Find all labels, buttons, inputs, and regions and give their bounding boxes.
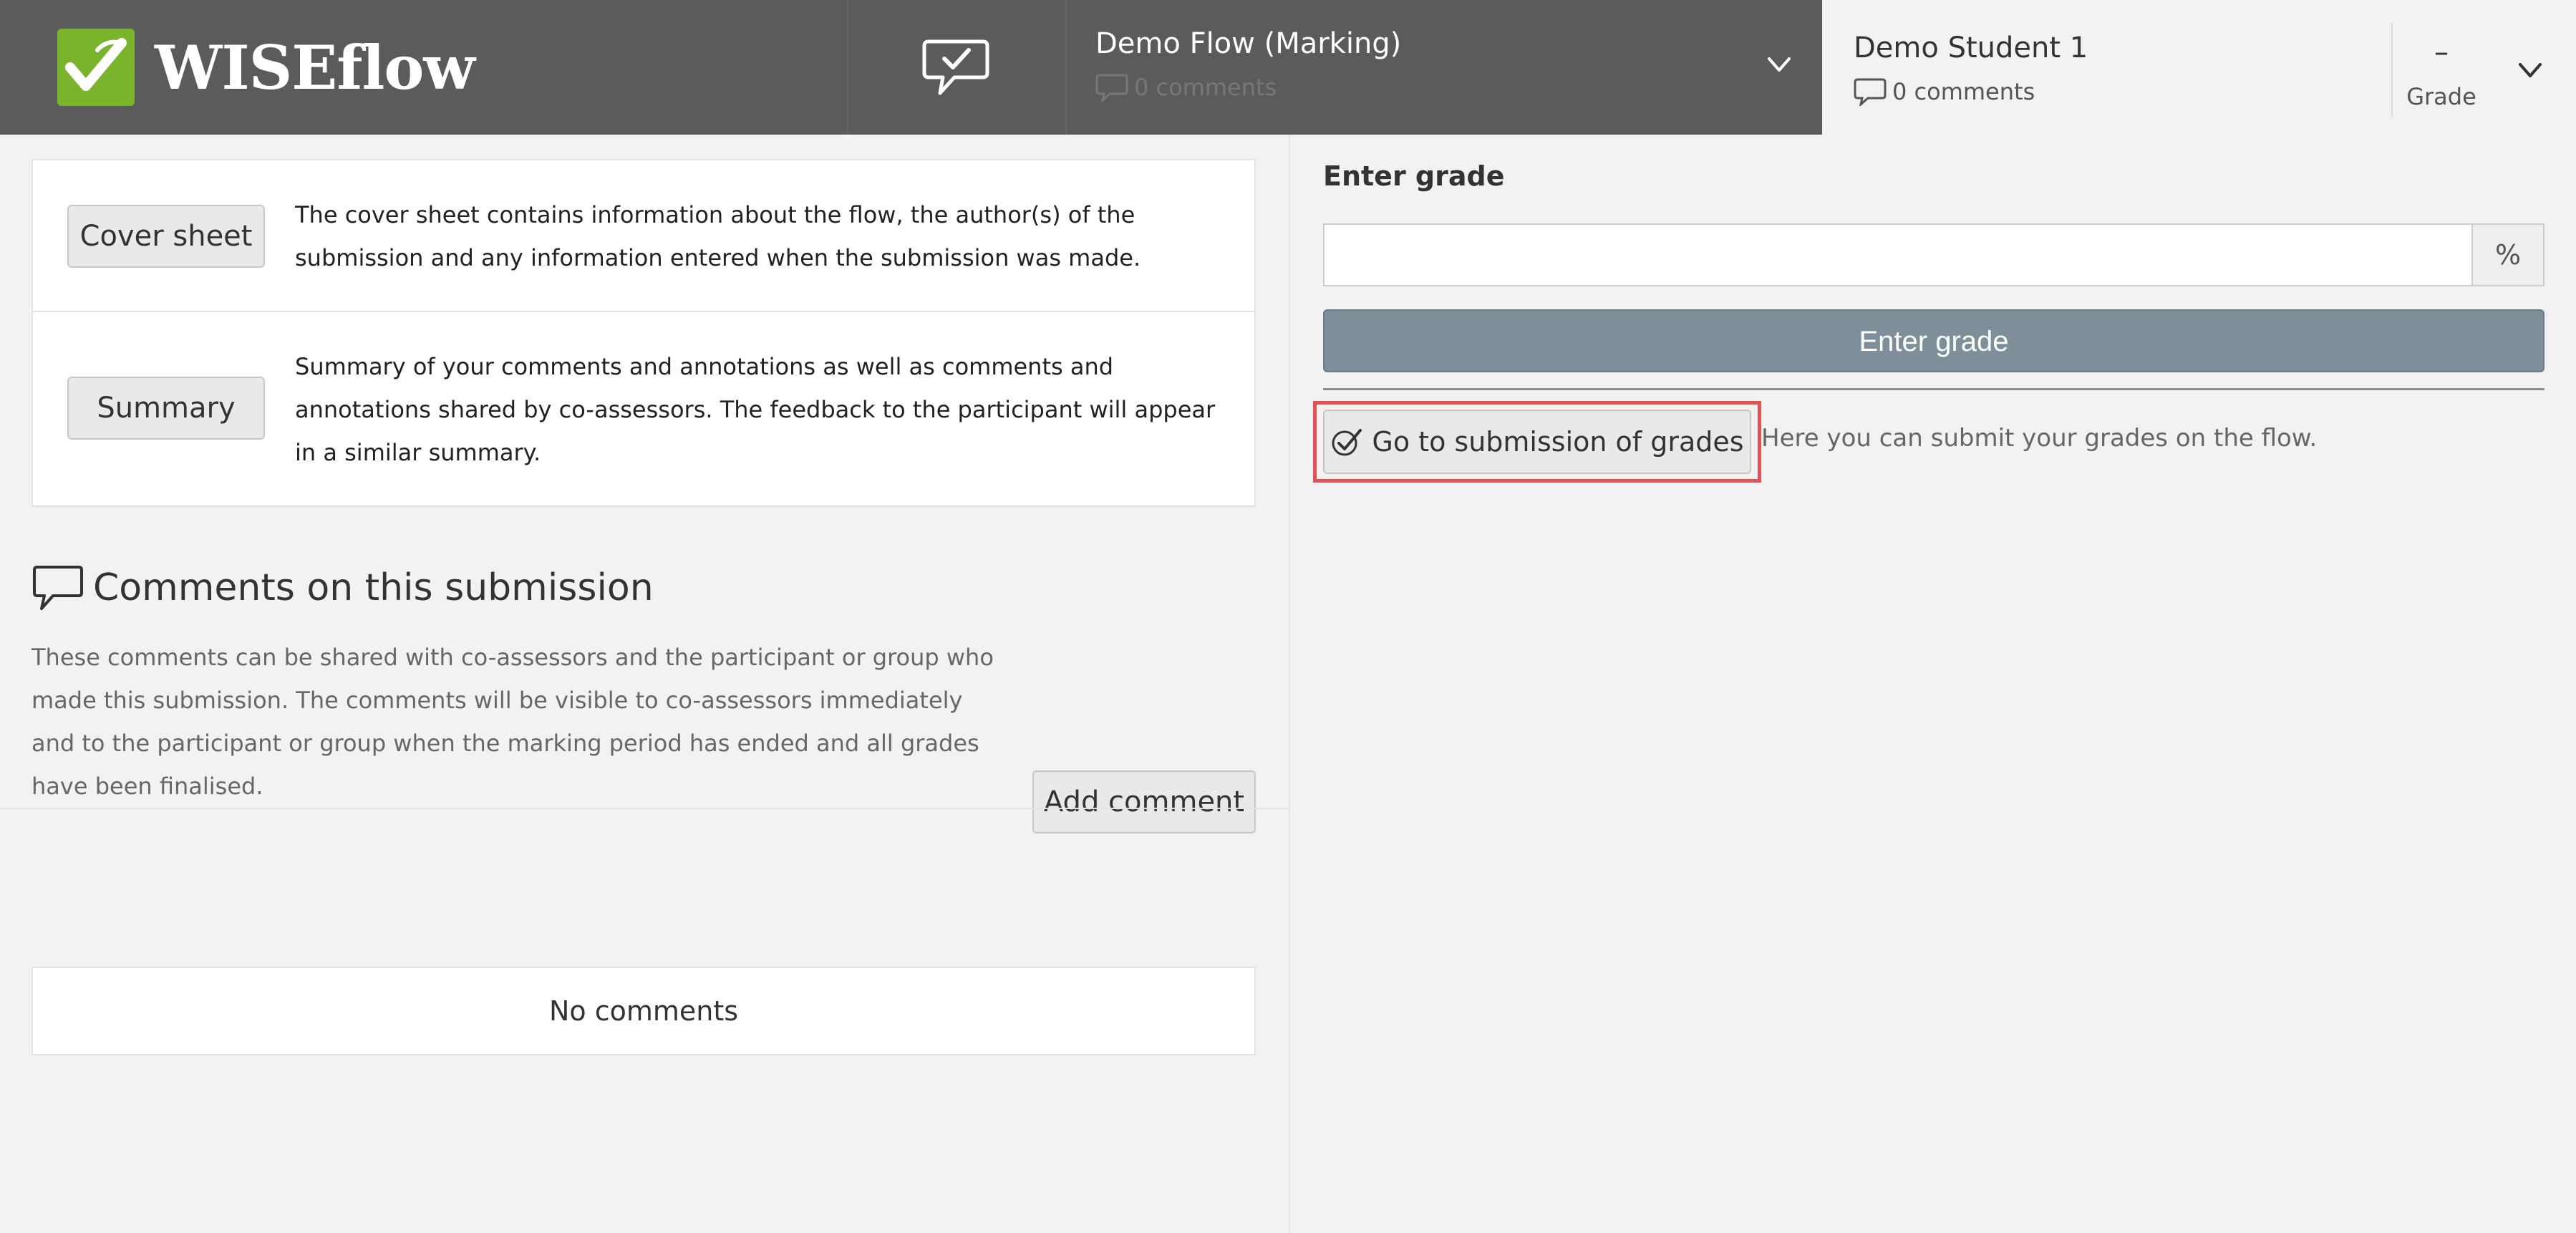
cover-sheet-button[interactable]: Cover sheet bbox=[67, 205, 265, 268]
student-comment-count: 0 comments bbox=[1854, 77, 2035, 106]
comments-description: These comments can be shared with co-ass… bbox=[32, 644, 994, 800]
enter-grade-label: Enter grade bbox=[1323, 160, 1505, 192]
brand-name: WISEflow bbox=[155, 32, 475, 103]
grade-divider bbox=[2391, 23, 2393, 117]
add-comment-button[interactable]: Add comment bbox=[1032, 770, 1256, 833]
summary-row: Summary Summary of your comments and ann… bbox=[33, 312, 1254, 506]
student-comment-label: 0 comments bbox=[1892, 78, 2035, 105]
info-card: Cover sheet The cover sheet contains inf… bbox=[32, 159, 1256, 507]
summary-button[interactable]: Summary bbox=[67, 377, 265, 440]
summary-description: Summary of your comments and annotations… bbox=[295, 353, 1216, 466]
grading-pane: Enter grade % Enter grade Go to submissi… bbox=[1290, 135, 2576, 1233]
grade-input[interactable] bbox=[1323, 223, 2473, 286]
cover-sheet-description: The cover sheet contains information abo… bbox=[295, 201, 1141, 271]
flow-comment-count: 0 comments bbox=[1095, 73, 1277, 102]
chevron-down-icon[interactable] bbox=[1765, 50, 1793, 79]
cover-sheet-row: Cover sheet The cover sheet contains inf… bbox=[33, 160, 1254, 311]
grading-divider bbox=[1323, 388, 2544, 390]
chat-check-button[interactable] bbox=[848, 0, 1063, 135]
flow-comment-label: 0 comments bbox=[1134, 74, 1277, 101]
grade-unit: % bbox=[2473, 223, 2544, 286]
comment-icon bbox=[33, 566, 83, 610]
comment-icon bbox=[1095, 74, 1128, 102]
enter-grade-button[interactable]: Enter grade bbox=[1323, 309, 2544, 372]
student-name: Demo Student 1 bbox=[1854, 32, 2088, 64]
section-divider bbox=[0, 808, 1289, 809]
brand[interactable]: WISEflow bbox=[57, 29, 475, 106]
grade-value: – bbox=[2434, 36, 2449, 69]
grade-display: – Grade bbox=[2395, 0, 2488, 135]
student-selector[interactable]: Demo Student 1 0 comments – Grade bbox=[1822, 0, 2576, 135]
go-to-submission-button[interactable]: Go to submission of grades bbox=[1323, 410, 1751, 474]
check-circle-icon bbox=[1332, 429, 1362, 456]
grade-label: Grade bbox=[2406, 83, 2476, 110]
flow-title: Demo Flow (Marking) bbox=[1095, 27, 1402, 60]
submit-help-text: Here you can submit your grades on the f… bbox=[1761, 424, 2318, 453]
comments-heading: Comments on this submission bbox=[32, 564, 654, 611]
comments-title: Comments on this submission bbox=[93, 566, 654, 609]
chat-check-icon bbox=[922, 39, 989, 95]
comment-icon bbox=[1854, 78, 1887, 106]
submission-pane: Cover sheet The cover sheet contains inf… bbox=[0, 135, 1289, 1233]
flow-selector[interactable]: Demo Flow (Marking) 0 comments bbox=[1067, 0, 1822, 135]
wiseflow-logo-icon bbox=[57, 29, 135, 106]
go-to-submission-label: Go to submission of grades bbox=[1372, 426, 1744, 458]
no-comments-card: No comments bbox=[32, 967, 1256, 1055]
top-bar: WISEflow Demo Flow (Marking) 0 comments … bbox=[0, 0, 2576, 135]
chevron-down-icon[interactable] bbox=[2516, 56, 2544, 84]
